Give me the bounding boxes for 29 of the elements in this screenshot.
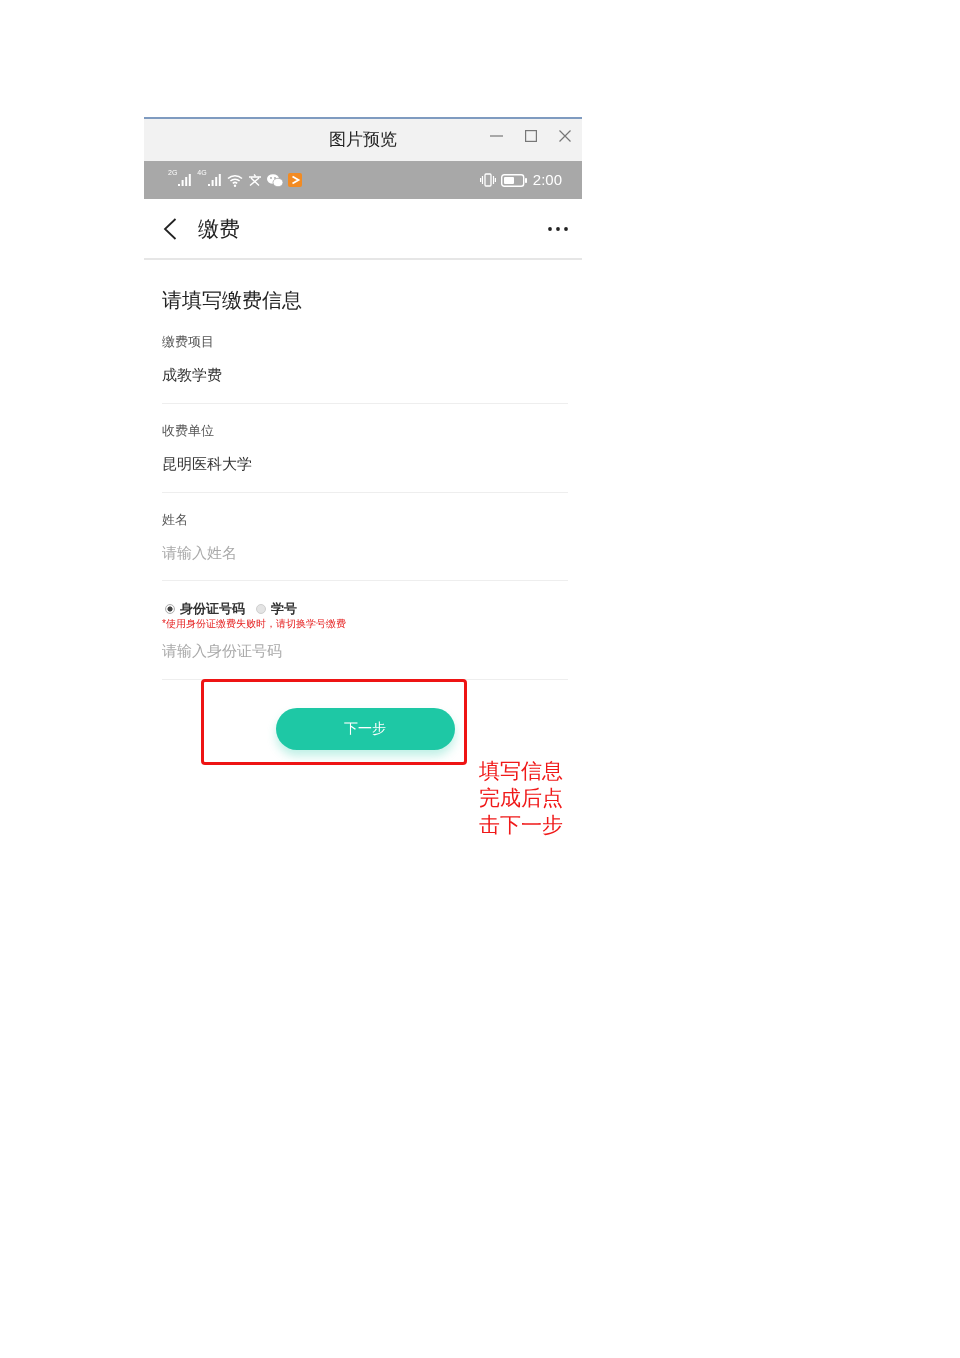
cross-strokes-icon xyxy=(247,174,262,186)
more-icon[interactable] xyxy=(548,226,568,231)
hint-note: *使用身份证缴费失败时，请切换学号缴费 xyxy=(162,618,346,630)
field-label: 缴费项目 xyxy=(162,333,214,351)
close-icon[interactable] xyxy=(559,130,571,142)
signal-icon xyxy=(207,174,221,186)
radio-icon[interactable] xyxy=(256,604,266,614)
vibrate-icon xyxy=(479,173,496,187)
status-time: 2:00 xyxy=(532,171,562,189)
maximize-icon[interactable] xyxy=(525,130,537,142)
signal-icon xyxy=(178,174,192,186)
field-value: 成教学费 xyxy=(162,365,222,385)
back-icon[interactable] xyxy=(163,217,177,240)
radio-option[interactable]: 身份证号码 xyxy=(162,600,245,618)
radio-icon[interactable] xyxy=(165,604,175,614)
callout-text: 填写信息完成后点击下一步 xyxy=(479,758,564,838)
battery-icon xyxy=(500,173,527,187)
radio-option[interactable]: 学号 xyxy=(253,600,297,618)
form-heading: 请填写缴费信息 xyxy=(162,288,303,313)
wifi-icon xyxy=(226,173,243,187)
field-label: 收费单位 xyxy=(162,422,214,440)
field-label: 姓名 xyxy=(162,511,188,529)
chat-bubbles-icon xyxy=(266,173,283,187)
field-value: 昆明医科大学 xyxy=(162,454,252,474)
page-title: 缴费 xyxy=(198,215,240,242)
play-tile-icon xyxy=(287,173,302,187)
window-title: 图片预览 xyxy=(329,129,397,151)
text-input[interactable]: 请输入姓名 xyxy=(162,541,568,563)
text-input[interactable]: 请输入身份证号码 xyxy=(162,639,568,661)
